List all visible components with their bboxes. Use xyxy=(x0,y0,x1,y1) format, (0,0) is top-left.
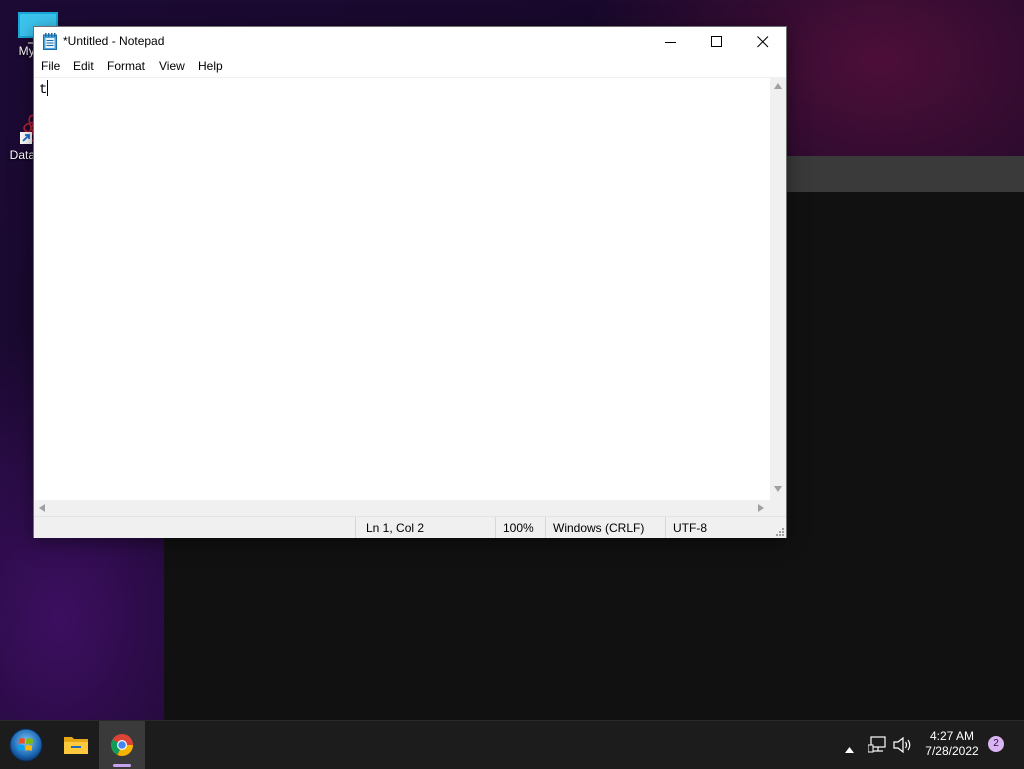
menu-file[interactable]: File xyxy=(41,59,60,73)
menu-help[interactable]: Help xyxy=(198,59,223,73)
clock-time: 4:27 AM xyxy=(929,729,975,743)
status-bar: Ln 1, Col 2 100% Windows (CRLF) UTF-8 xyxy=(34,516,786,538)
text-caret xyxy=(47,80,49,96)
file-explorer-taskbar-button[interactable] xyxy=(53,721,99,769)
text-editor[interactable]: t xyxy=(34,77,770,501)
resize-grip-icon[interactable] xyxy=(774,526,784,536)
editor-content: t xyxy=(39,80,49,98)
status-divider xyxy=(495,517,496,538)
chrome-icon xyxy=(111,734,133,756)
status-zoom: 100% xyxy=(503,521,534,535)
chevron-up-icon xyxy=(845,747,854,753)
menu-view[interactable]: View xyxy=(159,59,185,73)
menu-bar: File Edit Format View Help xyxy=(34,57,786,77)
status-divider xyxy=(545,517,546,538)
chrome-taskbar-button[interactable] xyxy=(99,721,145,769)
notepad-window[interactable]: *Untitled - Notepad File Edit Format Vie… xyxy=(34,27,786,538)
network-tray-button[interactable] xyxy=(867,736,888,759)
minimize-button[interactable] xyxy=(648,27,694,57)
editor-text: t xyxy=(39,82,48,98)
start-button[interactable] xyxy=(3,721,49,769)
maximize-button[interactable] xyxy=(694,27,740,57)
maximize-icon xyxy=(711,36,722,47)
horizontal-scrollbar[interactable] xyxy=(34,500,770,516)
scroll-up-arrow-icon[interactable] xyxy=(774,83,782,89)
menu-edit[interactable]: Edit xyxy=(73,59,94,73)
start-icon xyxy=(9,728,43,762)
show-hidden-icons-button[interactable] xyxy=(845,740,854,758)
scroll-left-arrow-icon[interactable] xyxy=(39,504,45,512)
status-divider xyxy=(665,517,666,538)
vertical-scrollbar[interactable] xyxy=(770,77,786,500)
taskbar: 4:27 AM 7/28/2022 2 xyxy=(0,720,1024,769)
title-bar[interactable]: *Untitled - Notepad xyxy=(34,27,786,57)
notepad-icon xyxy=(43,33,57,50)
network-icon xyxy=(867,736,886,753)
volume-tray-button[interactable] xyxy=(893,736,913,759)
close-icon xyxy=(757,36,769,48)
status-encoding: UTF-8 xyxy=(673,521,707,535)
scrollbar-corner xyxy=(770,500,786,516)
active-app-indicator xyxy=(113,764,131,767)
status-cursor-position: Ln 1, Col 2 xyxy=(366,521,425,535)
clock-date: 7/28/2022 xyxy=(925,744,979,758)
menu-format[interactable]: Format xyxy=(107,59,145,73)
taskbar-clock[interactable]: 4:27 AM 7/28/2022 xyxy=(916,729,988,759)
scroll-down-arrow-icon[interactable] xyxy=(774,486,782,492)
close-button[interactable] xyxy=(740,27,786,57)
scroll-right-arrow-icon[interactable] xyxy=(758,504,764,512)
speaker-icon xyxy=(893,736,911,754)
status-line-endings: Windows (CRLF) xyxy=(553,521,645,535)
minimize-icon xyxy=(665,42,676,43)
file-explorer-icon xyxy=(64,737,88,754)
notification-count-badge[interactable]: 2 xyxy=(988,736,1004,752)
status-divider xyxy=(355,517,356,538)
window-title: *Untitled - Notepad xyxy=(63,34,165,48)
